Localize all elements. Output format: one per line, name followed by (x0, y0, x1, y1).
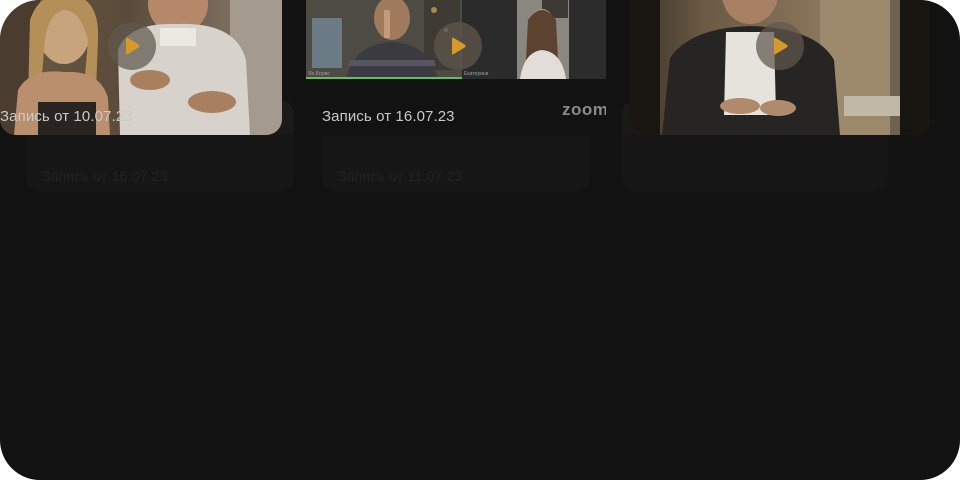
play-icon (126, 37, 140, 55)
recording-card-2[interactable]: Ян Борис Екатерина Запись от 16.07.23 zo… (306, 0, 606, 136)
play-button[interactable] (108, 22, 156, 70)
recording-title: Запись от 10.07.23 (0, 108, 133, 125)
recording-card-3[interactable] (630, 0, 930, 135)
recording-title: Запись от 16.07.23 (322, 108, 455, 125)
play-button[interactable] (756, 22, 804, 70)
play-button[interactable] (434, 22, 482, 70)
ghost-recording-title: Запись от 11.07.23 (338, 168, 463, 184)
zoom-logo: zoom (562, 100, 606, 119)
recording-card-1[interactable]: Запись от 10.07.23 (0, 0, 282, 135)
play-icon (452, 37, 466, 55)
participant-name-label: Ян Борис (308, 71, 330, 77)
participant-name-label: Екатерина (464, 71, 489, 77)
play-icon (774, 37, 788, 55)
recordings-panel: Запись от 16.07.23 Запись от 11.07.23 За… (0, 0, 960, 480)
ghost-recording-title: Запись от 16.07.23 (42, 168, 168, 184)
